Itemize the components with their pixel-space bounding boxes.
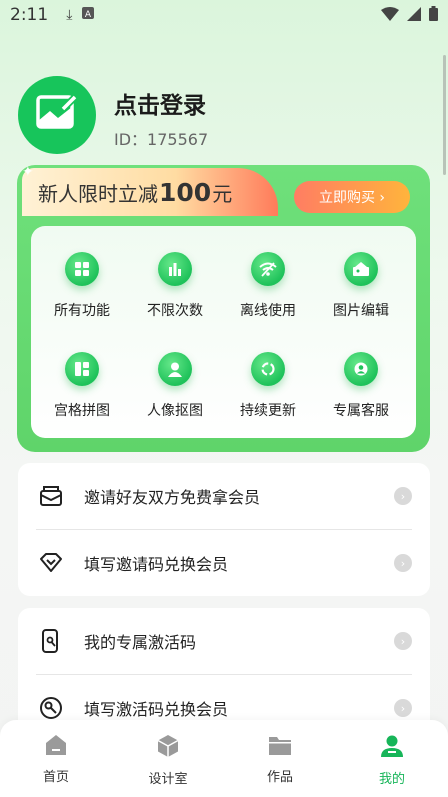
- activation-menu-card: 我的专属激活码 › 填写激活码兑换会员 ›: [18, 608, 430, 738]
- vip-promo-banner: 新人限时立减 100 元: [22, 168, 278, 216]
- nav-works[interactable]: 作品: [240, 734, 320, 785]
- feature-image-edit[interactable]: 图片编辑: [315, 252, 407, 320]
- folder-icon: [268, 734, 292, 760]
- phone-key-icon: [38, 628, 64, 654]
- feature-all-functions[interactable]: 所有功能: [36, 252, 128, 320]
- key-icon: [38, 695, 64, 721]
- nav-label: 作品: [266, 770, 293, 785]
- menu-label: 填写激活码兑换会员: [84, 700, 229, 719]
- scrollbar[interactable]: [443, 55, 446, 175]
- notification-app-icon: A: [82, 7, 95, 23]
- menu-label: 填写邀请码兑换会员: [84, 555, 229, 574]
- grid-icon: [65, 252, 99, 286]
- avatar[interactable]: [18, 76, 96, 154]
- feature-portrait-cutout[interactable]: 人像抠图: [129, 352, 221, 420]
- feature-label: 持续更新: [240, 403, 296, 419]
- buy-now-button[interactable]: 立即购买 ›: [294, 181, 410, 213]
- menu-my-activation-code[interactable]: 我的专属激活码 ›: [18, 608, 430, 674]
- feature-label: 离线使用: [240, 303, 296, 319]
- login-title[interactable]: 点击登录: [114, 86, 206, 120]
- collage-icon: [65, 352, 99, 386]
- home-icon: [44, 734, 68, 760]
- nav-label: 设计室: [148, 772, 188, 787]
- cube-icon: [156, 734, 180, 762]
- banner-amount: 100: [159, 177, 212, 207]
- chevron-right-icon: ›: [394, 699, 412, 717]
- feature-updates[interactable]: 持续更新: [222, 352, 314, 420]
- refresh-icon: [251, 352, 285, 386]
- portrait-icon: [158, 352, 192, 386]
- feature-label: 所有功能: [54, 303, 110, 319]
- wifi-off-icon: [251, 252, 285, 286]
- signal-icon: [407, 6, 421, 25]
- feature-support[interactable]: 专属客服: [315, 352, 407, 420]
- download-icon: ⤓: [66, 7, 73, 23]
- feature-collage[interactable]: 宫格拼图: [36, 352, 128, 420]
- nav-mine[interactable]: 我的: [352, 734, 432, 787]
- invite-menu-card: 邀请好友双方免费拿会员 › 填写邀请码兑换会员 ›: [18, 463, 430, 596]
- support-icon: [344, 352, 378, 386]
- feature-label: 专属客服: [333, 403, 389, 419]
- status-bar: 2:11 ⤓ A: [0, 0, 448, 30]
- banner-suffix: 元: [212, 181, 233, 206]
- status-time: 2:11: [10, 5, 49, 25]
- menu-label: 我的专属激活码: [84, 633, 197, 652]
- battery-icon: [429, 6, 438, 25]
- bottom-nav: 首页 设计室 作品 我的: [0, 720, 448, 797]
- nav-label: 我的: [378, 772, 405, 787]
- vip-features-panel: 所有功能 不限次数 离线使用 图片编辑 宫格拼图 人像抠图 持续更新 专属客服: [31, 226, 416, 438]
- feature-label: 不限次数: [147, 303, 203, 319]
- image-edit-icon: [344, 252, 378, 286]
- banner-prefix: 新人限时立减: [38, 181, 158, 206]
- envelope-icon: [38, 483, 64, 509]
- bar-chart-icon: [158, 252, 192, 286]
- chevron-right-icon: ›: [394, 487, 412, 505]
- sparkle-icon: ✦: [22, 164, 34, 180]
- chevron-right-icon: ›: [394, 554, 412, 572]
- nav-design-studio[interactable]: 设计室: [128, 734, 208, 787]
- chevron-right-icon: ›: [394, 632, 412, 650]
- menu-invite-code[interactable]: 填写邀请码兑换会员 ›: [18, 530, 430, 596]
- wifi-icon: [381, 6, 399, 25]
- nav-label: 首页: [42, 770, 69, 785]
- user-icon: [380, 734, 404, 762]
- menu-invite-friends[interactable]: 邀请好友双方免费拿会员 ›: [18, 463, 430, 529]
- feature-label: 图片编辑: [333, 303, 389, 319]
- feature-label: 宫格拼图: [54, 403, 110, 419]
- feature-unlimited[interactable]: 不限次数: [129, 252, 221, 320]
- feature-label: 人像抠图: [147, 403, 203, 419]
- diamond-icon: [38, 550, 64, 576]
- user-id: ID：175567: [114, 130, 209, 149]
- svg-text:A: A: [85, 10, 92, 19]
- menu-label: 邀请好友双方免费拿会员: [84, 488, 261, 507]
- feature-offline[interactable]: 离线使用: [222, 252, 314, 320]
- nav-home[interactable]: 首页: [16, 734, 96, 785]
- image-placeholder-icon: [36, 94, 78, 135]
